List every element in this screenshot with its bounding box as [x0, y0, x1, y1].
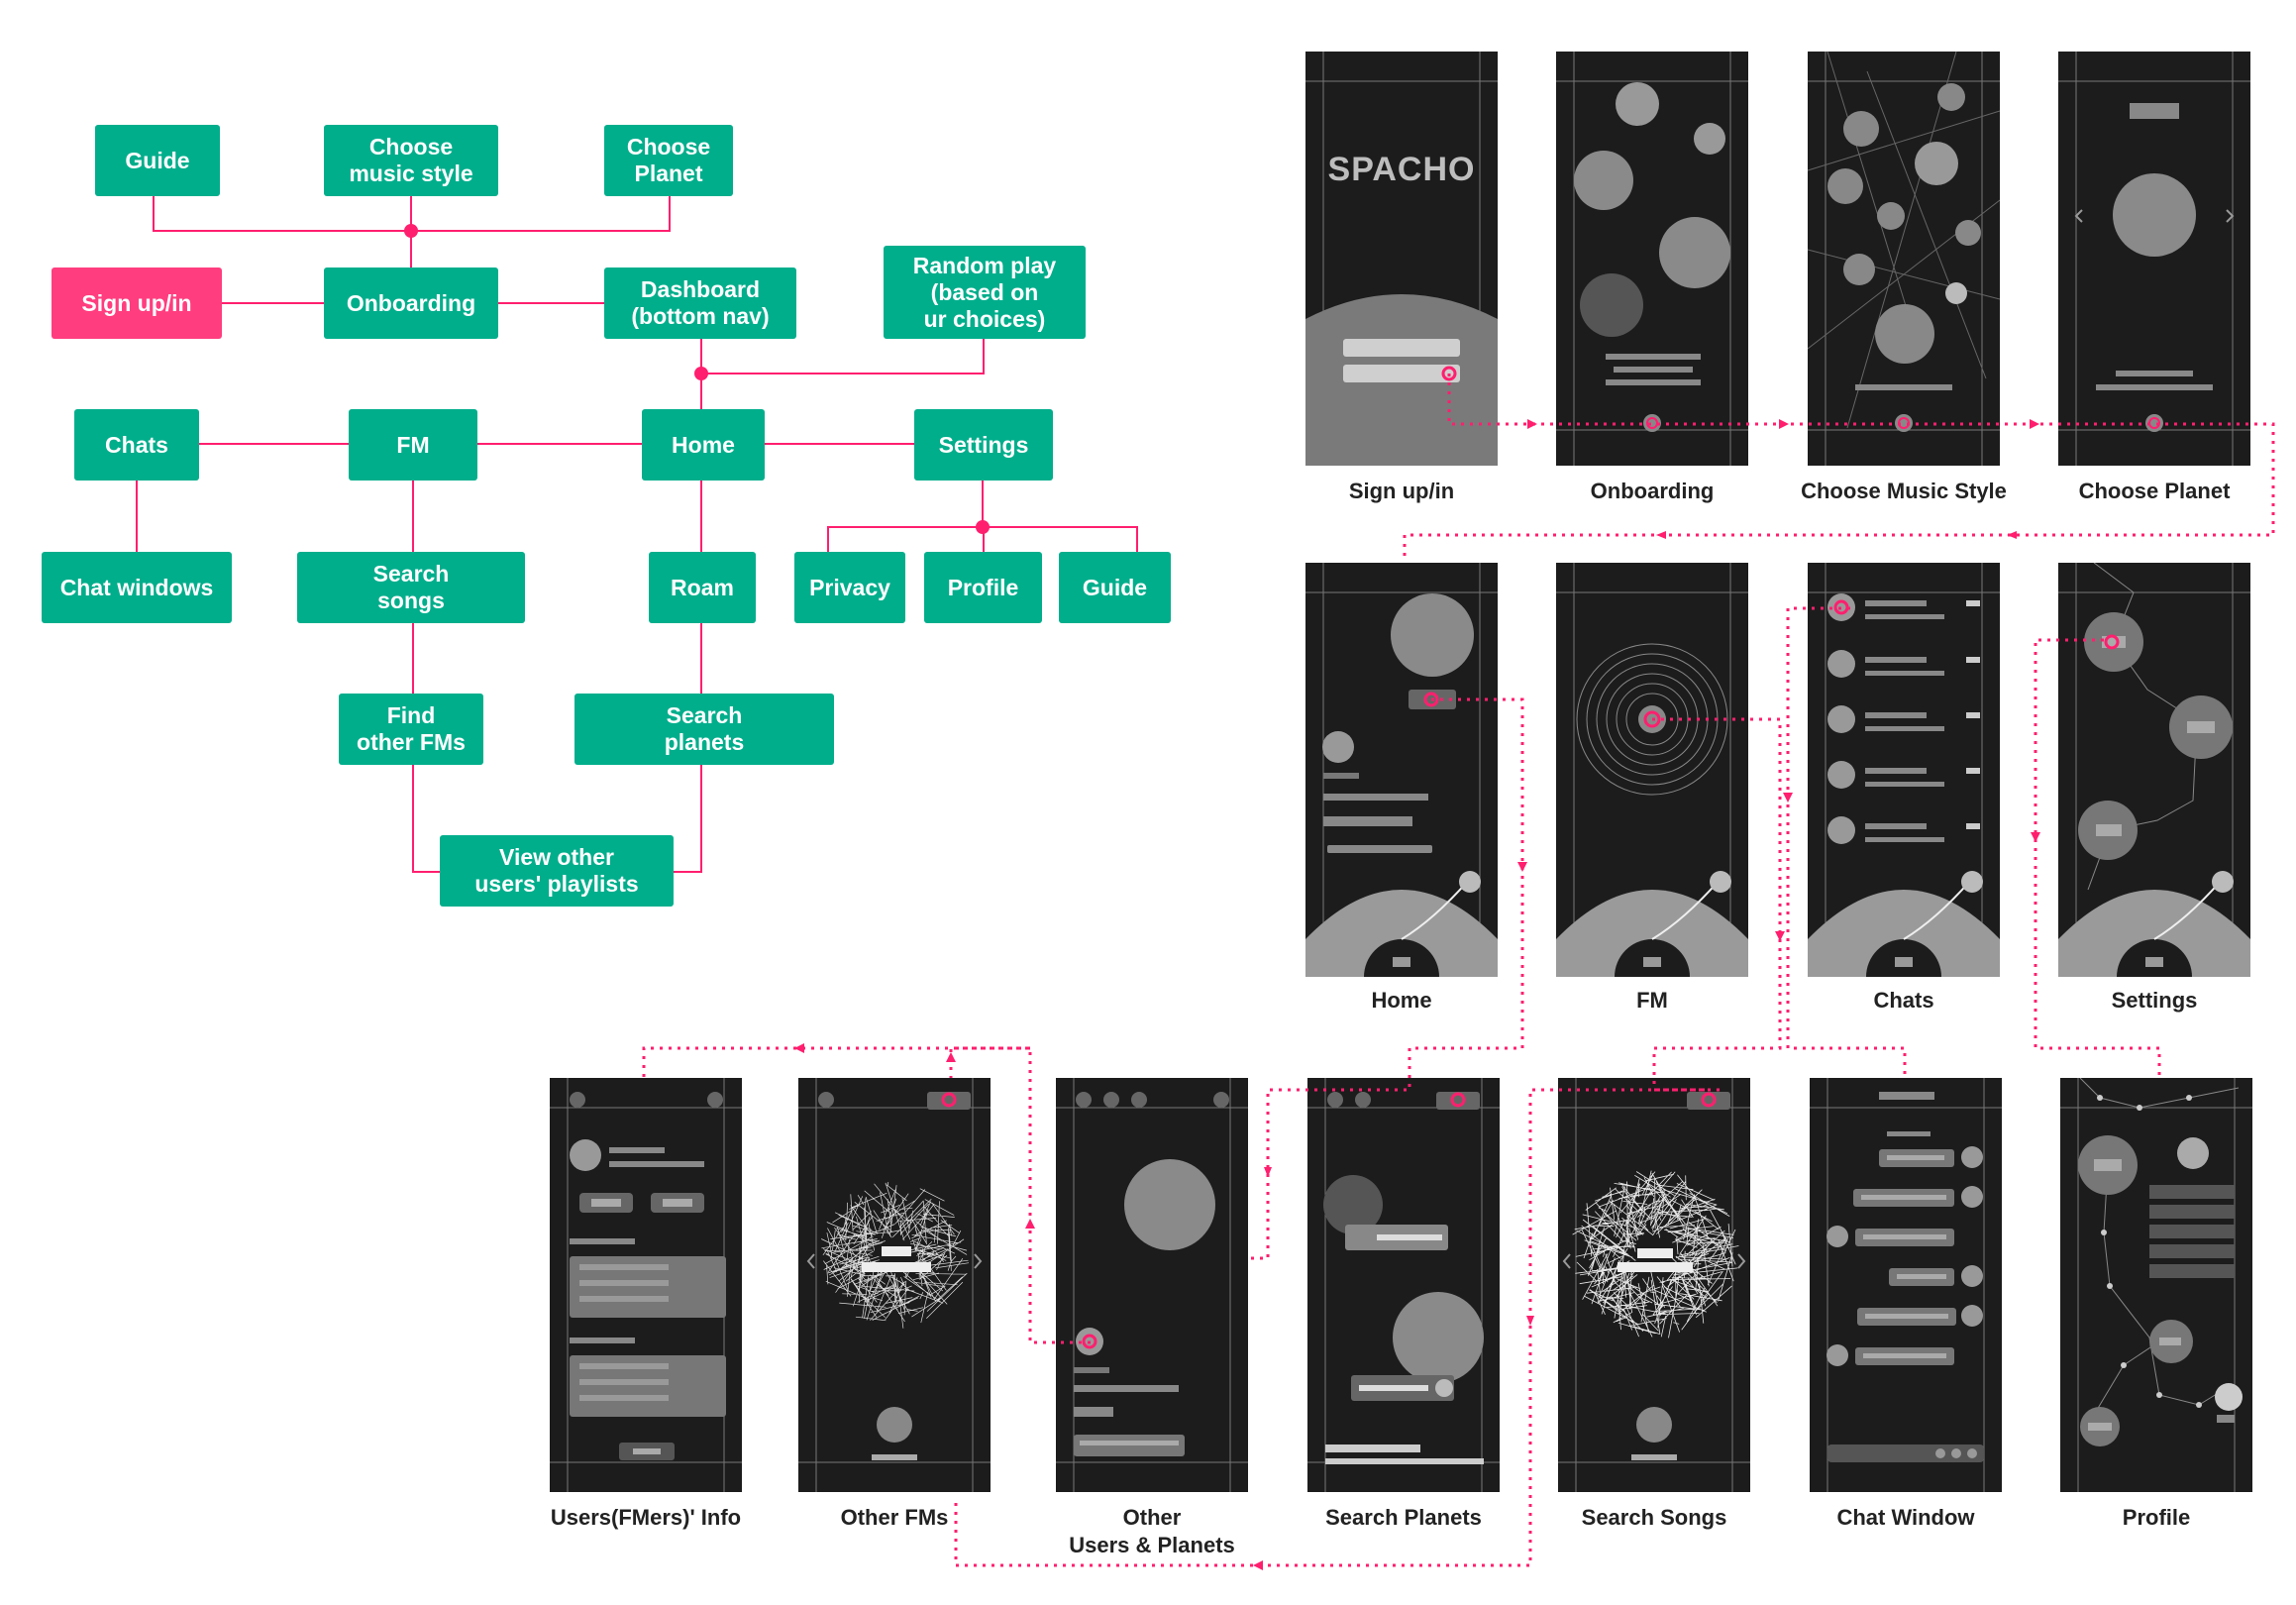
node-guide-settings: Guide [1059, 552, 1171, 623]
label-other-users-planets: Other Users & Planets [1069, 1505, 1235, 1557]
screen-profile [2060, 1078, 2252, 1492]
label-onboarding: Onboarding [1590, 479, 1715, 503]
screen-other-fms [798, 1078, 991, 1492]
label-users-info: Users(FMers)' Info [550, 1505, 742, 1530]
label-chats: Chats [1873, 988, 1934, 1013]
screen-search-songs [1558, 1078, 1750, 1492]
node-settings: Settings [914, 409, 1053, 481]
screen-home [1305, 563, 1498, 977]
node-search-planets: Search planets [574, 694, 834, 765]
screen-search-planets [1307, 1078, 1500, 1492]
node-guide-top: Guide [95, 125, 220, 196]
screen-sign-up-in: SPACHO [1305, 52, 1498, 466]
label-sign-up-in: Sign up/in [1348, 479, 1455, 503]
screen-choose-planet [2058, 52, 2250, 466]
node-privacy: Privacy [794, 552, 905, 623]
node-random-play: Random play (based on ur choices) [884, 246, 1086, 339]
node-profile: Profile [924, 552, 1042, 623]
screen-settings [2058, 563, 2250, 977]
node-roam: Roam [649, 552, 756, 623]
label-fm: FM [1636, 988, 1668, 1013]
node-chats: Chats [74, 409, 199, 481]
node-home: Home [642, 409, 765, 481]
label-profile: Profile [2122, 1505, 2191, 1530]
screen-users-info [550, 1078, 742, 1492]
node-choose-planet: Choose Planet [604, 125, 733, 196]
label-search-songs: Search Songs [1581, 1505, 1727, 1530]
node-view-other-playlists: View other users' playlists [440, 835, 674, 907]
node-choose-music-style: Choose music style [324, 125, 498, 196]
node-chat-windows: Chat windows [42, 552, 232, 623]
node-dashboard: Dashboard (bottom nav) [604, 268, 796, 339]
label-choose-planet: Choose Planet [2078, 479, 2231, 503]
screen-onboarding [1556, 52, 1748, 466]
screen-chats [1808, 563, 2000, 977]
label-choose-music-style: Choose Music Style [1801, 479, 2007, 503]
label-settings: Settings [2111, 988, 2198, 1013]
logo-text: SPACHO [1327, 151, 1476, 188]
label-home: Home [1371, 988, 1432, 1013]
node-fm: FM [349, 409, 477, 481]
screen-choose-music-style [1808, 52, 2000, 466]
label-search-planets: Search Planets [1325, 1505, 1482, 1530]
screen-fm [1556, 563, 1748, 977]
node-onboarding: Onboarding [324, 268, 498, 339]
node-find-other-fms: Find other FMs [339, 694, 483, 765]
node-sign-up-in: Sign up/in [52, 268, 222, 339]
label-other-fms: Other FMs [840, 1505, 949, 1530]
node-search-songs: Search songs [297, 552, 525, 623]
label-chat-window: Chat Window [1836, 1505, 1975, 1530]
screen-other-users-planets [1056, 1078, 1248, 1492]
screen-chat-window [1810, 1078, 2002, 1492]
